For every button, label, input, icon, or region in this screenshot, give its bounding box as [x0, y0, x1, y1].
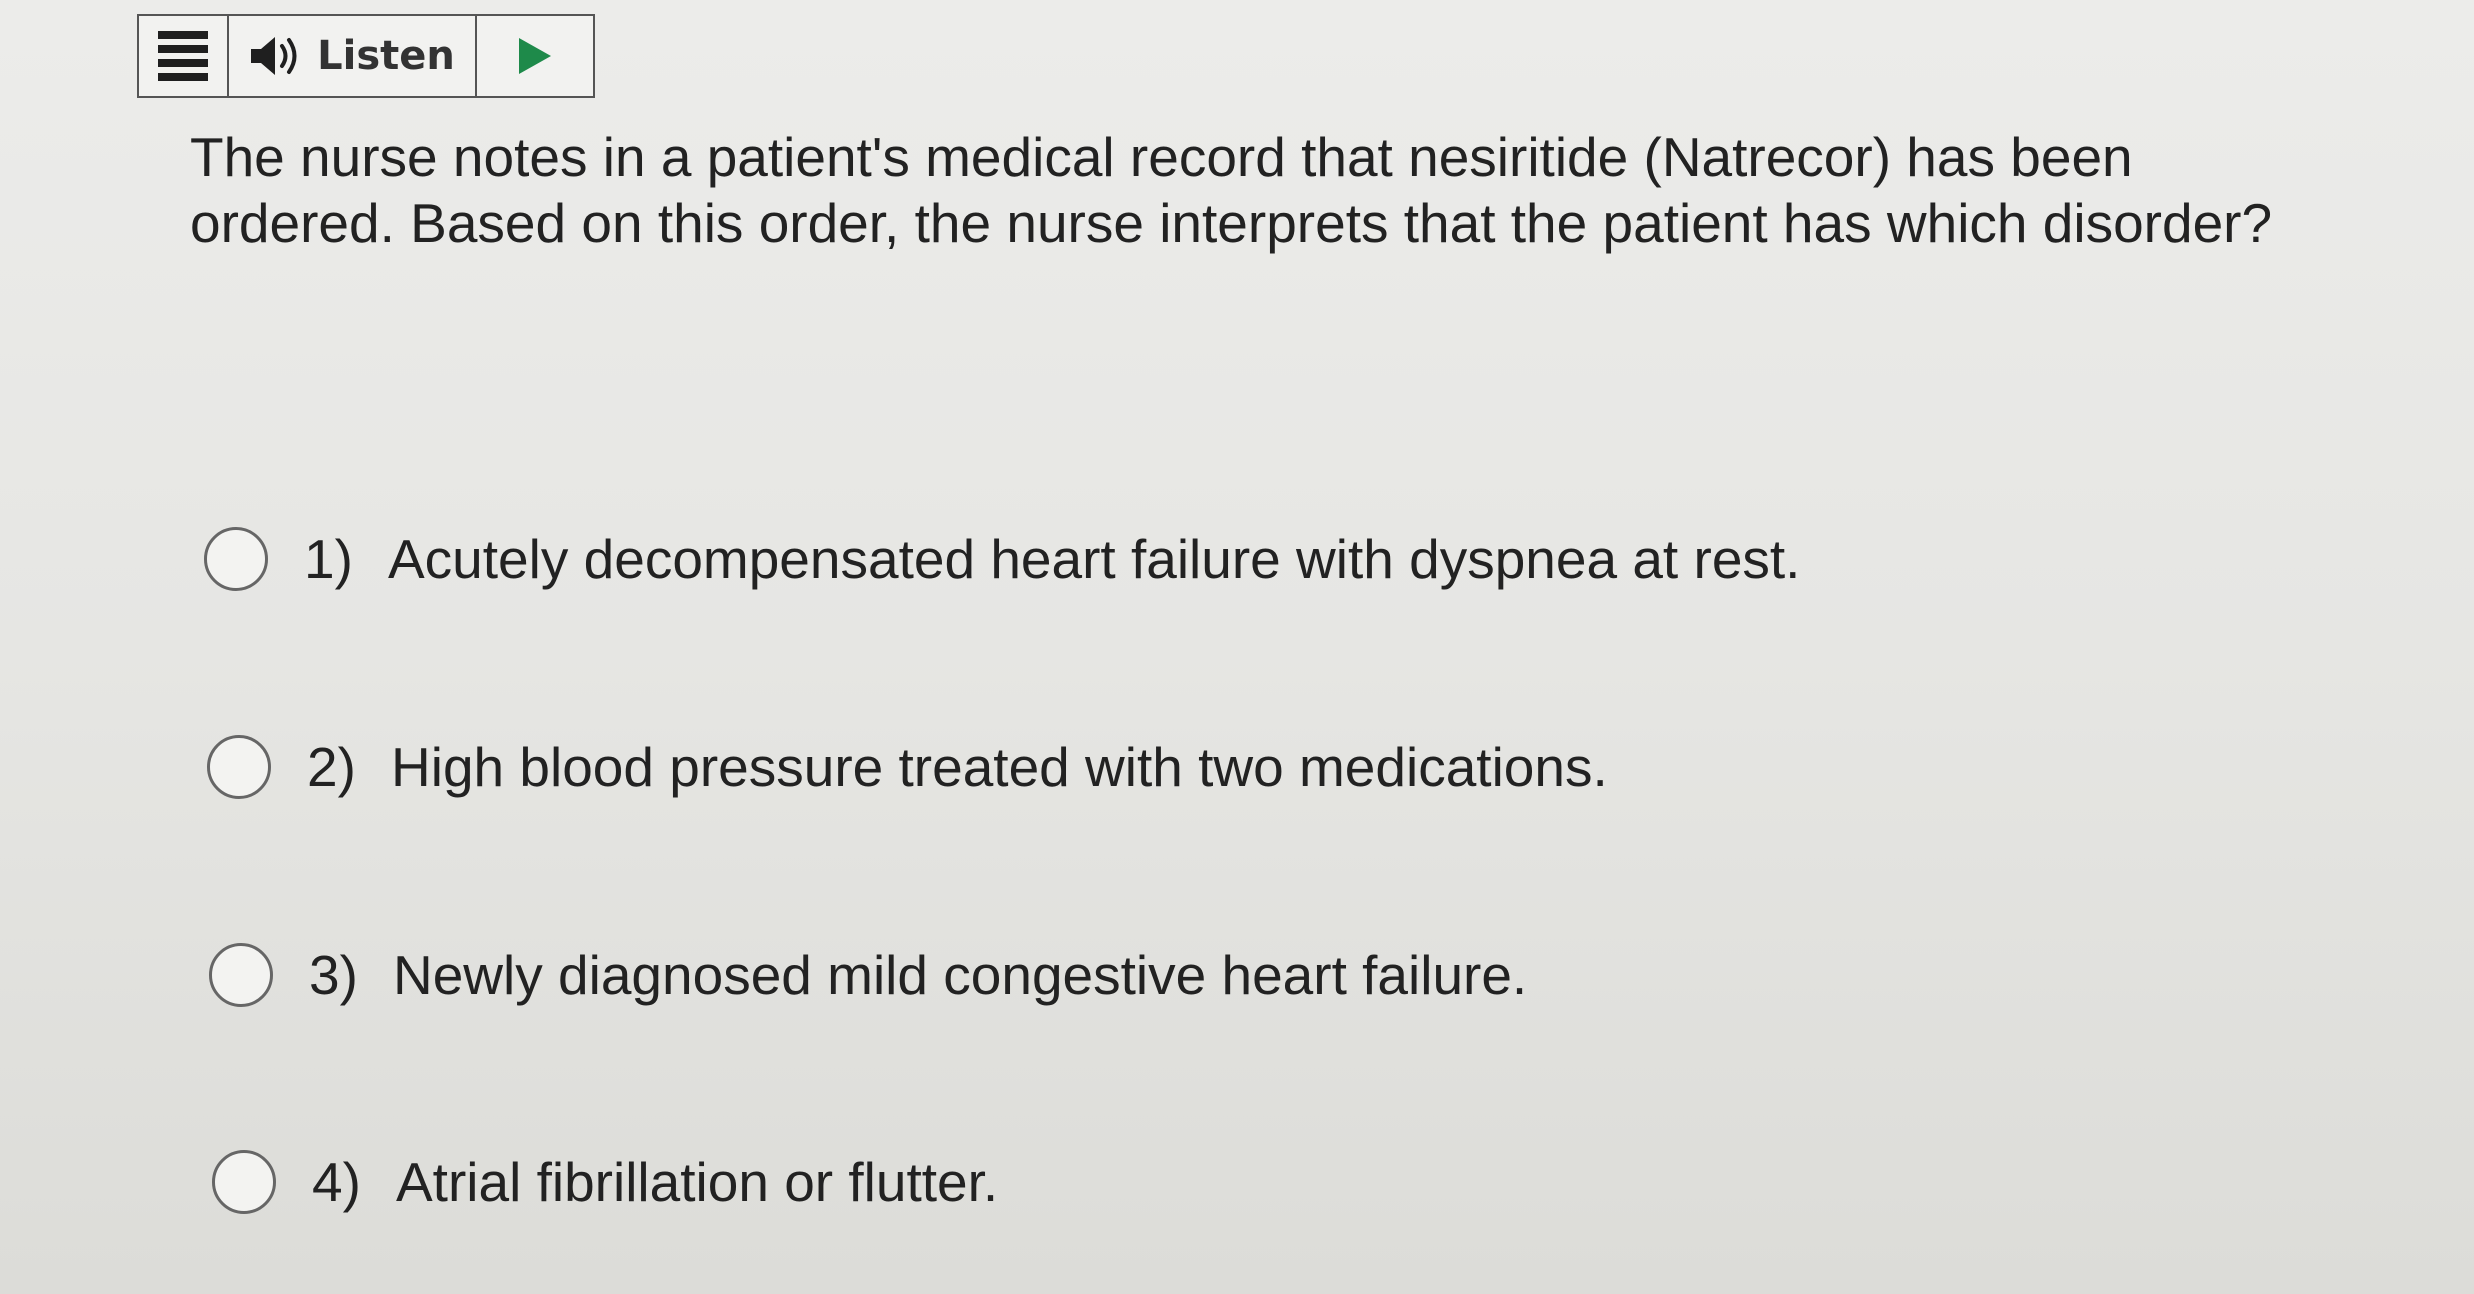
play-button[interactable]: [477, 16, 593, 96]
option-text: High blood pressure treated with two med…: [391, 736, 1608, 798]
answer-option-3[interactable]: 3) Newly diagnosed mild congestive heart…: [209, 943, 1527, 1007]
question-text: The nurse notes in a patient's medical r…: [190, 126, 2273, 254]
read-aloud-toolbar: Listen: [137, 14, 595, 98]
option-text: Newly diagnosed mild congestive heart fa…: [393, 944, 1528, 1006]
play-icon: [519, 38, 551, 74]
option-text: Acutely decompensated heart failure with…: [388, 528, 1801, 590]
radio-button[interactable]: [209, 943, 273, 1007]
option-number: 2): [307, 736, 356, 798]
listen-label: Listen: [317, 33, 455, 79]
hamburger-menu-icon: [158, 31, 208, 81]
answer-option-1[interactable]: 1) Acutely decompensated heart failure w…: [204, 527, 1800, 591]
option-number: 3): [309, 944, 358, 1006]
listen-button[interactable]: Listen: [229, 16, 477, 96]
option-number: 1): [304, 528, 353, 590]
menu-button[interactable]: [139, 16, 229, 96]
option-number: 4): [312, 1151, 361, 1213]
answer-option-4[interactable]: 4) Atrial fibrillation or flutter.: [212, 1150, 998, 1214]
radio-button[interactable]: [207, 735, 271, 799]
radio-button[interactable]: [204, 527, 268, 591]
radio-button[interactable]: [212, 1150, 276, 1214]
answer-option-2[interactable]: 2) High blood pressure treated with two …: [207, 735, 1608, 799]
speaker-icon: [251, 37, 297, 75]
option-text: Atrial fibrillation or flutter.: [396, 1151, 999, 1213]
